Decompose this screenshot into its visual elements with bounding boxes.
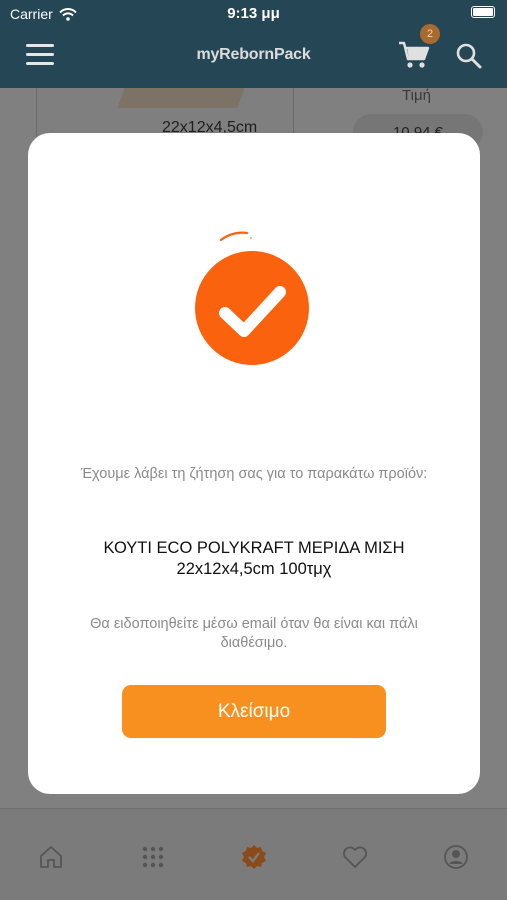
- grid-icon: [142, 846, 164, 868]
- nav-home[interactable]: [37, 843, 65, 871]
- cart-icon[interactable]: [397, 40, 431, 70]
- nav-offers[interactable]: [240, 843, 268, 871]
- search-icon[interactable]: [455, 42, 483, 70]
- nav-categories[interactable]: [139, 843, 167, 871]
- price-label: Τιμή: [402, 87, 431, 104]
- success-dialog: Έχουμε λάβει τη ζήτηση σας για το παρακά…: [28, 133, 480, 794]
- product-name: ΚΟΥΤΙ ECO POLYKRAFT ΜΕΡΙΔΑ ΜΙΣΗ 22x12x4,…: [48, 538, 460, 580]
- success-badge: [195, 251, 309, 365]
- account-icon: [444, 845, 468, 869]
- nav-header: myRebornPack 2: [0, 24, 507, 82]
- battery-icon: [471, 6, 495, 18]
- close-button[interactable]: Κλείσιμο: [122, 685, 386, 738]
- product-name-line1: ΚΟΥΤΙ ECO POLYKRAFT ΜΕΡΙΔΑ ΜΙΣΗ: [103, 539, 405, 557]
- heart-icon: [343, 846, 367, 868]
- app-header: Carrier 9:13 μμ myRebornPack 2: [0, 0, 507, 88]
- nav-account[interactable]: [442, 843, 470, 871]
- cart-count-badge: 2: [420, 24, 440, 44]
- nav-favorites[interactable]: [341, 843, 369, 871]
- request-received-message: Έχουμε λάβει τη ζήτηση σας για το παρακά…: [80, 466, 428, 482]
- product-image: [117, 88, 245, 108]
- loading-arc: [219, 231, 252, 242]
- badge-check-icon: [242, 845, 266, 869]
- status-bar: Carrier 9:13 μμ: [0, 0, 507, 26]
- clock: 9:13 μμ: [227, 5, 280, 22]
- check-icon: [219, 286, 286, 337]
- home-icon: [40, 846, 62, 868]
- email-notify-message: Θα ειδοποιηθείτε μέσω email όταν θα είνα…: [90, 616, 418, 651]
- bottom-navigation: [0, 808, 507, 900]
- product-name-line2: 22x12x4,5cm 100τμχ: [176, 560, 332, 578]
